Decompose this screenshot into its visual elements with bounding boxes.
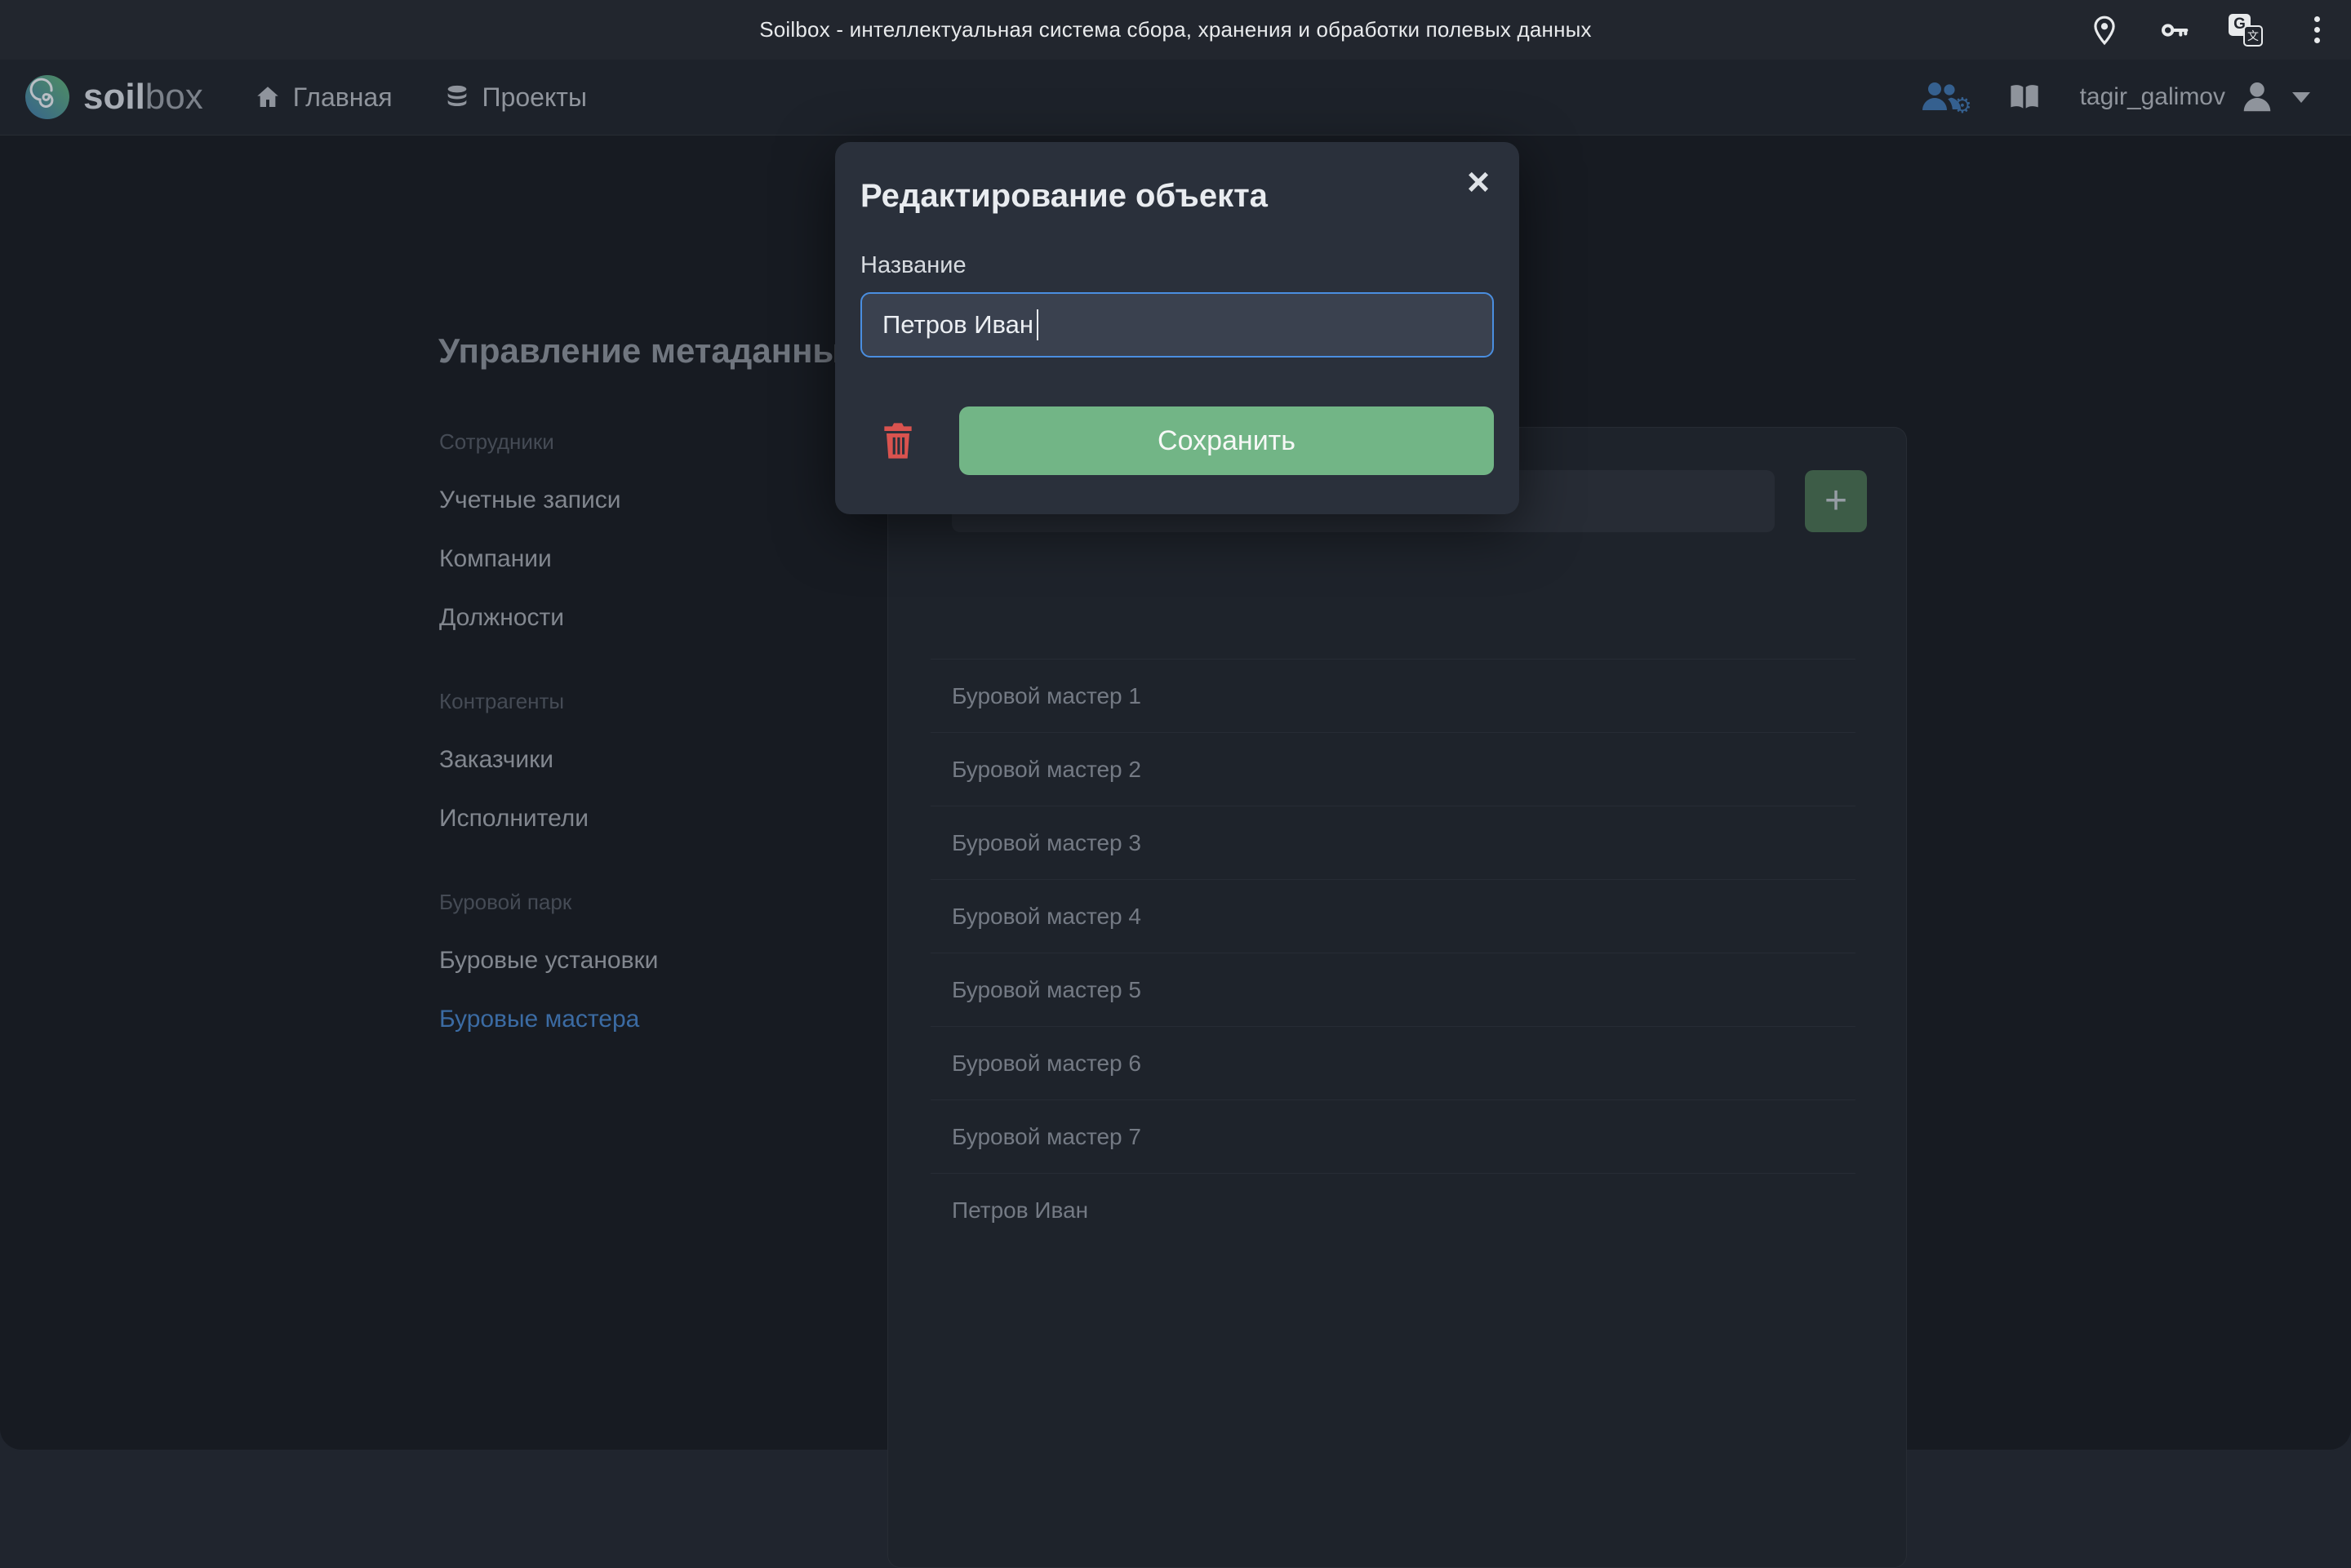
sidebar-caption-counterparties: Контрагенты bbox=[439, 688, 798, 714]
brand-logo[interactable]: soilbox bbox=[24, 74, 203, 120]
chevron-down-icon bbox=[2292, 92, 2310, 103]
nav-projects[interactable]: Проекты bbox=[443, 82, 587, 113]
app-header: soilbox Главная Проекты ⚙ bbox=[0, 60, 2351, 135]
masters-list: Буровой мастер 1 Буровой мастер 2 Бурово… bbox=[931, 659, 1855, 1246]
sidebar-item-contractors[interactable]: Исполнители bbox=[439, 806, 798, 832]
list-item[interactable]: Буровой мастер 1 bbox=[931, 659, 1855, 732]
content-card: + Буровой мастер 1 Буровой мастер 2 Буро… bbox=[887, 427, 1907, 1568]
kebab-menu-icon[interactable] bbox=[2300, 14, 2333, 47]
list-item[interactable]: Буровой мастер 6 bbox=[931, 1026, 1855, 1099]
sidebar-item-companies[interactable]: Компании bbox=[439, 546, 798, 572]
translate-icon-char: 文 bbox=[2243, 25, 2263, 47]
brand-name: soilbox bbox=[83, 77, 203, 118]
name-field-label: Название bbox=[860, 252, 1494, 279]
sidebar-item-accounts[interactable]: Учетные записи bbox=[439, 487, 798, 513]
projects-stack-icon bbox=[443, 83, 471, 111]
list-item[interactable]: Буровой мастер 4 bbox=[931, 879, 1855, 953]
key-icon[interactable] bbox=[2158, 14, 2191, 47]
page-title: Управление метаданными bbox=[438, 331, 888, 371]
sidebar-item-drilling-masters[interactable]: Буровые мастера bbox=[439, 1006, 798, 1033]
list-item[interactable]: Буровой мастер 5 bbox=[931, 953, 1855, 1026]
titlebar-actions: G 文 bbox=[2088, 0, 2333, 60]
sidebar-item-positions[interactable]: Должности bbox=[439, 605, 798, 631]
titlebar: Soilbox - интеллектуальная система сбора… bbox=[0, 0, 2351, 60]
docs-book-icon[interactable] bbox=[2008, 81, 2041, 113]
delete-button[interactable] bbox=[882, 420, 914, 461]
list-item[interactable]: Буровой мастер 3 bbox=[931, 806, 1855, 879]
add-item-button[interactable]: + bbox=[1805, 470, 1867, 532]
metadata-sidebar: Сотрудники Учетные записи Компании Должн… bbox=[439, 429, 798, 1033]
home-icon bbox=[254, 83, 282, 111]
list-item[interactable]: Буровой мастер 2 bbox=[931, 732, 1855, 806]
text-caret bbox=[1037, 309, 1038, 340]
edit-object-modal: Редактирование объекта × Название Петров… bbox=[835, 142, 1519, 514]
nav-projects-label: Проекты bbox=[482, 82, 587, 113]
name-input[interactable]: Петров Иван bbox=[860, 292, 1494, 358]
translate-icon[interactable]: G 文 bbox=[2229, 14, 2263, 47]
soilbox-logo-icon bbox=[24, 74, 70, 120]
modal-title: Редактирование объекта bbox=[860, 178, 1494, 215]
save-button[interactable]: Сохранить bbox=[959, 406, 1494, 475]
nav-home-label: Главная bbox=[293, 82, 393, 113]
nav-home[interactable]: Главная bbox=[254, 82, 393, 113]
user-management-icon[interactable]: ⚙ bbox=[1917, 81, 1969, 113]
close-icon[interactable]: × bbox=[1467, 163, 1490, 202]
list-item[interactable]: Петров Иван bbox=[931, 1173, 1855, 1246]
app-window-title: Soilbox - интеллектуальная система сбора… bbox=[759, 17, 1592, 42]
location-icon[interactable] bbox=[2088, 14, 2121, 47]
plus-icon: + bbox=[1824, 482, 1847, 521]
header-right: ⚙ tagir_galimov bbox=[1917, 78, 2310, 116]
sidebar-caption-employees: Сотрудники bbox=[439, 429, 798, 455]
list-item[interactable]: Буровой мастер 7 bbox=[931, 1099, 1855, 1173]
brand-name-bold: soil bbox=[83, 77, 145, 117]
gear-icon: ⚙ bbox=[1953, 93, 1971, 118]
username: tagir_galimov bbox=[2080, 83, 2225, 111]
brand-name-light: box bbox=[145, 77, 203, 117]
user-menu[interactable]: tagir_galimov bbox=[2080, 78, 2310, 116]
trash-icon bbox=[882, 420, 914, 461]
sidebar-item-drilling-rigs[interactable]: Буровые установки bbox=[439, 948, 798, 974]
user-avatar-icon bbox=[2238, 78, 2276, 116]
name-input-value: Петров Иван bbox=[882, 310, 1033, 340]
modal-footer: Сохранить bbox=[860, 406, 1494, 475]
sidebar-item-customers[interactable]: Заказчики bbox=[439, 747, 798, 773]
sidebar-caption-drilling-park: Буровой парк bbox=[439, 889, 798, 915]
